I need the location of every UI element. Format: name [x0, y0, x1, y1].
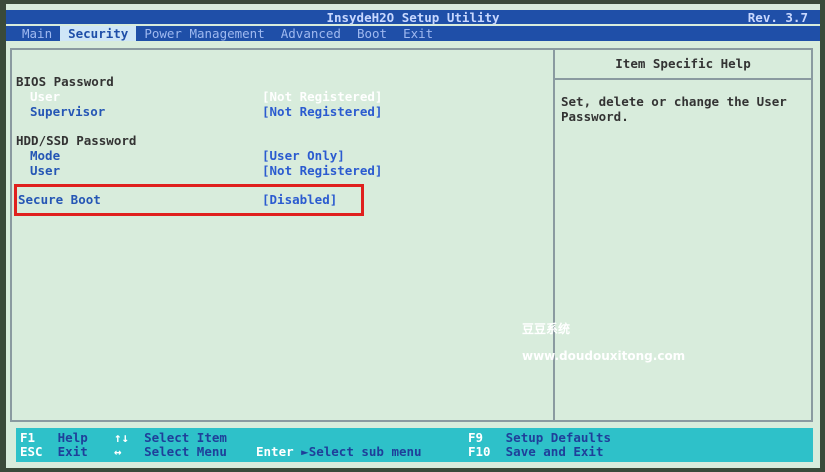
bios-password-heading-row: BIOS Password	[12, 74, 553, 89]
bios-user-label[interactable]: User	[30, 89, 60, 104]
menu-boot[interactable]: Boot	[349, 26, 395, 41]
select-menu-hint: ↔ Select Menu	[114, 444, 227, 459]
hdd-mode-value: [User Only]	[262, 148, 345, 163]
menu-power-management[interactable]: Power Management	[136, 26, 272, 41]
bios-supervisor-value: [Not Registered]	[262, 104, 383, 119]
menu-bar: Main Security Power Management Advanced …	[6, 26, 820, 41]
watermark-url: www.doudouxitong.com	[522, 349, 686, 363]
bios-screen: InsydeH2O Setup Utility Rev. 3.7 Main Se…	[6, 4, 820, 468]
enter-key-hint: Enter ►Select sub menu	[256, 444, 422, 459]
exit-key-hint: ESC Exit	[20, 444, 88, 459]
setup-defaults-hint: F9 Setup Defaults	[468, 430, 611, 445]
select-item-hint: ↑↓ Select Item	[114, 430, 227, 445]
bios-user-row[interactable]: User [Not Registered]	[12, 89, 553, 104]
revision-label: Rev. 3.7	[747, 10, 808, 25]
help-title: Item Specific Help	[555, 50, 811, 80]
menu-security[interactable]: Security	[60, 26, 137, 41]
title-bar: InsydeH2O Setup Utility Rev. 3.7	[6, 10, 820, 25]
menu-advanced[interactable]: Advanced	[273, 26, 349, 41]
help-text: Set, delete or change the User Password.	[561, 94, 787, 124]
app-title: InsydeH2O Setup Utility	[326, 10, 500, 25]
menu-main[interactable]: Main	[14, 26, 60, 41]
hdd-user-value: [Not Registered]	[262, 163, 383, 178]
watermark-name: 豆豆系统	[522, 322, 571, 336]
save-exit-hint: F10 Save and Exit	[468, 444, 604, 459]
bios-password-heading: BIOS Password	[16, 74, 114, 89]
secure-boot-highlight	[14, 184, 364, 216]
hdd-password-heading-row: HDD/SSD Password	[12, 133, 553, 148]
bios-supervisor-label[interactable]: Supervisor	[30, 104, 105, 119]
bios-supervisor-row[interactable]: Supervisor [Not Registered]	[12, 104, 553, 119]
help-panel: Item Specific Help Set, delete or change…	[555, 48, 813, 422]
hdd-password-heading: HDD/SSD Password	[16, 133, 137, 148]
key-help-bar: F1 Help ESC Exit ↑↓ Select Item ↔ Select…	[16, 428, 813, 462]
hdd-mode-row[interactable]: Mode [User Only]	[12, 148, 553, 163]
help-key-hint: F1 Help	[20, 430, 88, 445]
watermark: 豆豆系统 www.doudouxitong.com	[522, 320, 685, 363]
hdd-user-row[interactable]: User [Not Registered]	[12, 163, 553, 178]
settings-panel: BIOS Password User [Not Registered] Supe…	[10, 48, 555, 422]
hdd-mode-label[interactable]: Mode	[30, 148, 60, 163]
hdd-user-label[interactable]: User	[30, 163, 60, 178]
bios-user-value: [Not Registered]	[262, 89, 383, 104]
menu-exit[interactable]: Exit	[395, 26, 441, 41]
